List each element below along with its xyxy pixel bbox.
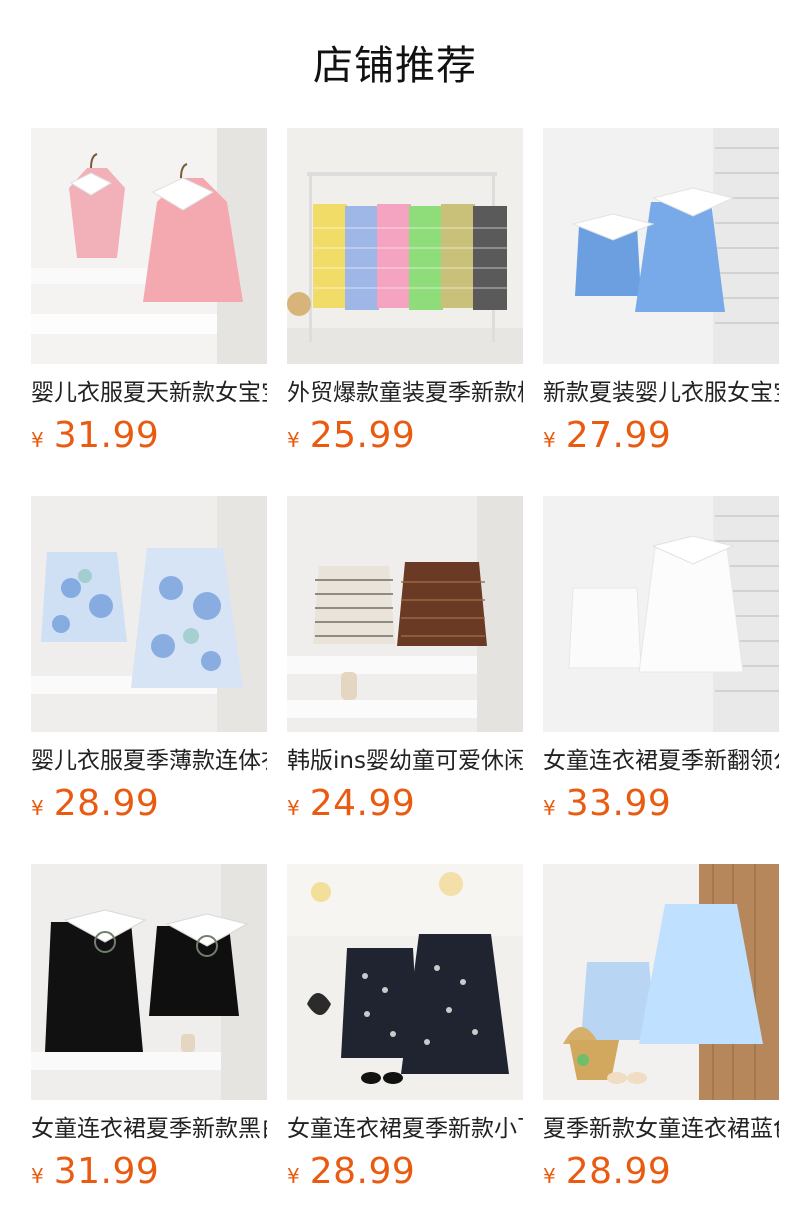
price-amount: 24.99 — [309, 783, 416, 824]
product-name[interactable]: 婴儿衣服夏季薄款连体衣 — [31, 744, 267, 778]
product-card[interactable]: 韩版ins婴幼童可爱休闲 ¥ 24.99 — [287, 496, 523, 836]
price-amount: 27.99 — [565, 415, 672, 456]
product-price: ¥ 27.99 — [543, 414, 671, 458]
price-amount: 25.99 — [309, 415, 416, 456]
currency-symbol: ¥ — [543, 1164, 556, 1188]
product-price: ¥ 28.99 — [31, 782, 159, 826]
price-amount: 31.99 — [53, 1151, 160, 1192]
product-card[interactable]: 女童连衣裙夏季新款小飞 ¥ 28.99 — [287, 864, 523, 1204]
price-amount: 33.99 — [565, 783, 672, 824]
price-amount: 28.99 — [309, 1151, 416, 1192]
product-name[interactable]: 女童连衣裙夏季新款小飞 — [287, 1112, 523, 1146]
product-name[interactable]: 新款夏装婴儿衣服女宝宝 — [543, 376, 779, 410]
product-card[interactable]: 新款夏装婴儿衣服女宝宝 ¥ 27.99 — [543, 128, 779, 468]
product-card[interactable]: 夏季新款女童连衣裙蓝色 ¥ 28.99 — [543, 864, 779, 1204]
product-image[interactable] — [543, 496, 779, 732]
product-image[interactable] — [31, 496, 267, 732]
product-card[interactable]: 女童连衣裙夏季新翻领公 ¥ 33.99 — [543, 496, 779, 836]
product-name[interactable]: 婴儿衣服夏天新款女宝宝 — [31, 376, 267, 410]
price-amount: 28.99 — [565, 1151, 672, 1192]
price-amount: 28.99 — [53, 783, 160, 824]
product-name[interactable]: 夏季新款女童连衣裙蓝色 — [543, 1112, 779, 1146]
price-amount: 31.99 — [53, 415, 160, 456]
product-price: ¥ 31.99 — [31, 1150, 159, 1194]
product-image[interactable] — [31, 128, 267, 364]
product-price: ¥ 28.99 — [287, 1150, 415, 1194]
product-card[interactable]: 女童连衣裙夏季新款黑白 ¥ 31.99 — [31, 864, 267, 1204]
currency-symbol: ¥ — [543, 796, 556, 820]
product-name[interactable]: 女童连衣裙夏季新翻领公 — [543, 744, 779, 778]
currency-symbol: ¥ — [31, 1164, 44, 1188]
product-name[interactable]: 女童连衣裙夏季新款黑白 — [31, 1112, 267, 1146]
product-card[interactable]: 婴儿衣服夏天新款女宝宝 ¥ 31.99 — [31, 128, 267, 468]
product-card[interactable]: 外贸爆款童装夏季新款格 ¥ 25.99 — [287, 128, 523, 468]
currency-symbol: ¥ — [543, 428, 556, 452]
product-image[interactable] — [287, 864, 523, 1100]
product-price: ¥ 24.99 — [287, 782, 415, 826]
currency-symbol: ¥ — [31, 428, 44, 452]
product-name[interactable]: 外贸爆款童装夏季新款格 — [287, 376, 523, 410]
currency-symbol: ¥ — [287, 796, 300, 820]
product-price: ¥ 25.99 — [287, 414, 415, 458]
product-image[interactable] — [543, 864, 779, 1100]
currency-symbol: ¥ — [31, 796, 44, 820]
section-title: 店铺推荐 — [313, 43, 477, 89]
currency-symbol: ¥ — [287, 428, 300, 452]
product-image[interactable] — [287, 496, 523, 732]
product-price: ¥ 31.99 — [31, 414, 159, 458]
product-image[interactable] — [543, 128, 779, 364]
product-price: ¥ 33.99 — [543, 782, 671, 826]
product-image[interactable] — [31, 864, 267, 1100]
product-name[interactable]: 韩版ins婴幼童可爱休闲 — [287, 744, 523, 778]
product-image[interactable] — [287, 128, 523, 364]
product-price: ¥ 28.99 — [543, 1150, 671, 1194]
product-card[interactable]: 婴儿衣服夏季薄款连体衣 ¥ 28.99 — [31, 496, 267, 836]
currency-symbol: ¥ — [287, 1164, 300, 1188]
